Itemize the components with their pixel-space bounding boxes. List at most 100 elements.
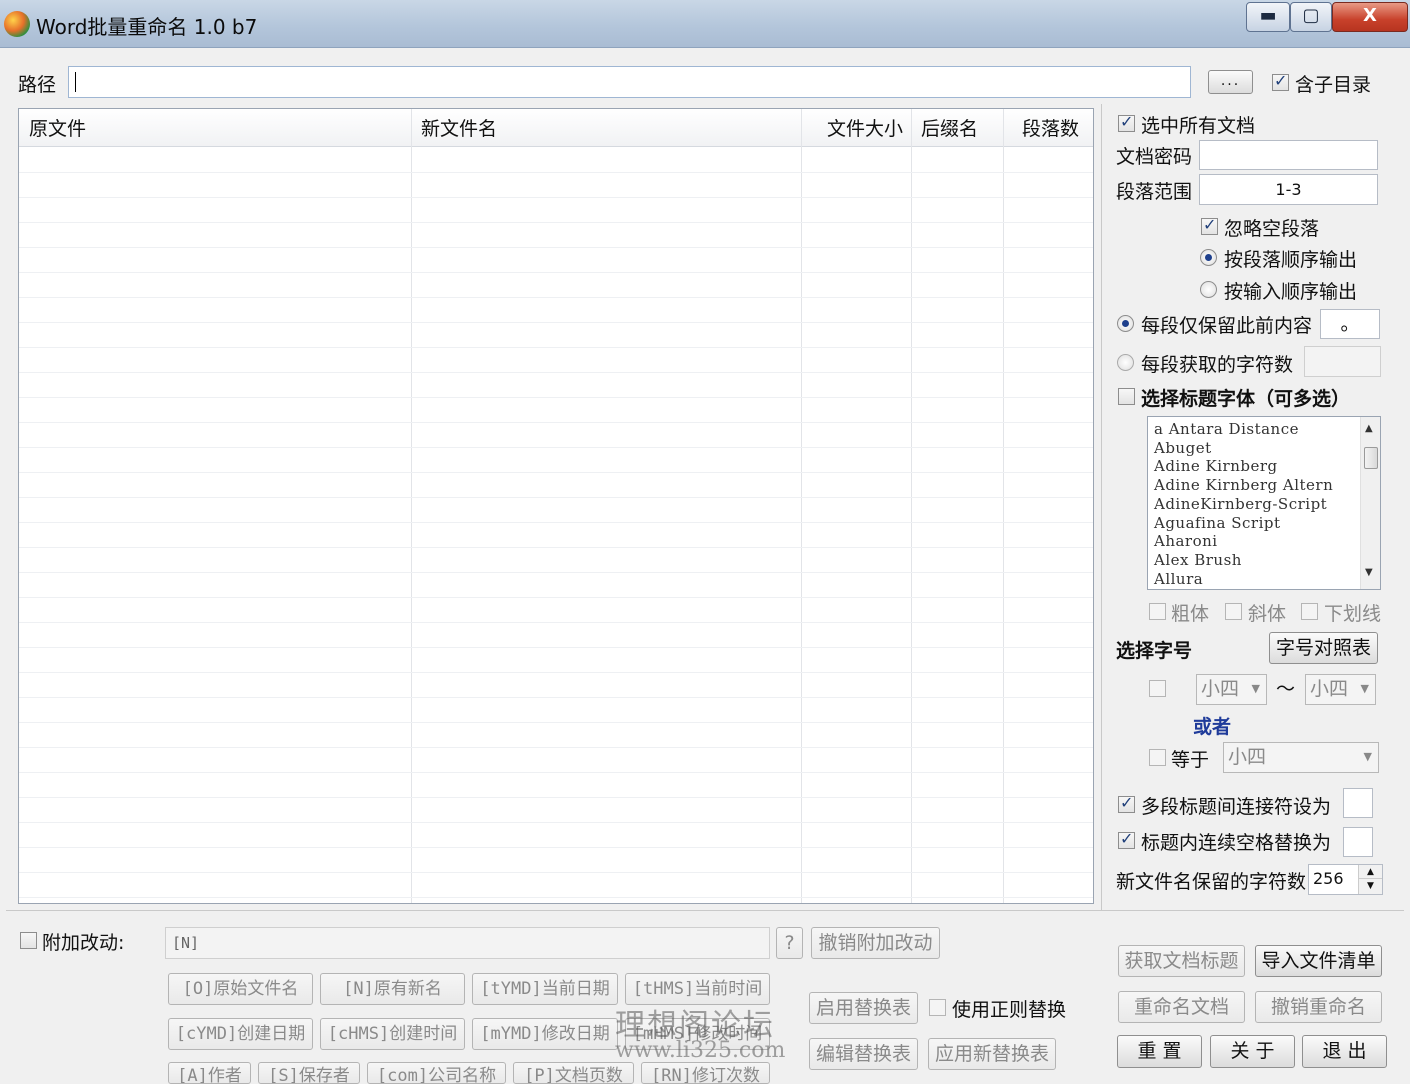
extra-template-input[interactable]: [N]	[165, 927, 770, 959]
exit-button[interactable]: 退 出	[1302, 1035, 1387, 1068]
stepper-down-icon[interactable]: ▼	[1358, 879, 1382, 894]
scroll-up-icon[interactable]: ▲	[1365, 423, 1373, 434]
range-label: 段落范围	[1116, 181, 1193, 203]
order-by-input-radio[interactable]	[1200, 281, 1217, 298]
import-list-button[interactable]: 导入文件清单	[1255, 945, 1382, 977]
max-chars-stepper[interactable]: 256 ▲ ▼	[1308, 864, 1383, 895]
column-header-paragraphs[interactable]: 段落数	[1003, 109, 1093, 147]
enable-replace-table-button[interactable]: 启用替换表	[809, 992, 918, 1024]
size-to-select[interactable]: 小四 ▼	[1305, 674, 1376, 705]
grid-row-line	[19, 647, 1093, 648]
font-list-item[interactable]: Alex Brush	[1154, 551, 1242, 569]
rename-button[interactable]: 重命名文档	[1118, 991, 1245, 1023]
order-by-paragraph-radio[interactable]	[1200, 249, 1217, 266]
undo-extra-button[interactable]: 撤销附加改动	[811, 927, 940, 959]
apply-replace-table-button[interactable]: 应用新替换表	[928, 1038, 1056, 1070]
space-replace-input[interactable]	[1343, 827, 1373, 857]
font-list-item[interactable]: AdineKirnberg-Script	[1154, 495, 1327, 513]
space-replace-checkbox[interactable]	[1118, 829, 1135, 849]
scroll-down-icon[interactable]: ▼	[1365, 567, 1373, 578]
text-caret	[75, 72, 76, 92]
size-equals-select[interactable]: 小四 ▼	[1223, 742, 1379, 773]
regex-replace-checkbox[interactable]	[929, 999, 946, 1016]
maximize-button[interactable]: ▢	[1290, 2, 1332, 32]
char-count-input[interactable]	[1304, 346, 1381, 377]
font-list[interactable]: a Antara Distance Abuget Adine Kirnberg Adi…	[1147, 416, 1381, 590]
grid-row-line	[19, 822, 1093, 823]
font-list-item[interactable]: Adine Kirnberg	[1154, 457, 1278, 475]
grid-row-line	[19, 847, 1093, 848]
grid-row-line	[19, 272, 1093, 273]
chevron-down-icon: ▼	[1360, 682, 1369, 695]
grid-row-line	[19, 622, 1093, 623]
font-list-item[interactable]: Aharoni	[1154, 532, 1218, 550]
path-input[interactable]	[68, 66, 1191, 98]
file-grid[interactable]: 原文件 新文件名 文件大小 后缀名 段落数	[18, 108, 1094, 904]
scroll-thumb[interactable]	[1364, 447, 1378, 469]
grid-row-line	[19, 472, 1093, 473]
ignore-empty-checkbox[interactable]	[1201, 215, 1218, 235]
about-button[interactable]: 关 于	[1210, 1035, 1295, 1068]
or-label: 或者	[1193, 716, 1232, 738]
watermark: 理想阁论坛 www.li325.com	[615, 1000, 785, 1063]
font-list-item[interactable]: Adine Kirnberg Altern	[1154, 476, 1333, 494]
token-current-date[interactable]: [tYMD]当前日期	[472, 973, 618, 1005]
token-revision-count[interactable]: [RN]修订次数	[641, 1062, 770, 1084]
column-header-original[interactable]: 原文件	[19, 109, 411, 147]
token-new-name[interactable]: [N]原有新名	[320, 973, 465, 1005]
browse-button[interactable]: ...	[1208, 70, 1253, 94]
column-header-size[interactable]: 文件大小	[801, 109, 911, 147]
window-title: Word批量重命名 1.0 b7	[36, 15, 258, 39]
token-created-time[interactable]: [cHMS]创建时间	[320, 1018, 465, 1050]
keep-before-input[interactable]: 。	[1320, 309, 1380, 339]
font-list-item[interactable]: Allura	[1154, 570, 1203, 588]
size-equals-checkbox[interactable]	[1149, 749, 1166, 766]
underline-label: 下划线	[1324, 603, 1382, 625]
regex-replace-label: 使用正则替换	[952, 999, 1067, 1021]
column-header-new-name[interactable]: 新文件名	[411, 109, 801, 147]
font-list-item[interactable]: Aguafina Script	[1154, 514, 1281, 532]
help-button[interactable]: ?	[776, 927, 803, 959]
italic-checkbox[interactable]	[1225, 603, 1242, 620]
select-all-checkbox[interactable]	[1118, 112, 1135, 132]
get-titles-button[interactable]: 获取文档标题	[1118, 945, 1245, 977]
undo-rename-button[interactable]: 撤销重命名	[1255, 991, 1382, 1023]
token-modified-date[interactable]: [mYMD]修改日期	[472, 1018, 618, 1050]
size-table-button[interactable]: 字号对照表	[1269, 632, 1378, 664]
font-list-item[interactable]: a Antara Distance	[1154, 420, 1299, 438]
size-from-select[interactable]: 小四 ▼	[1196, 674, 1267, 705]
token-author[interactable]: [A]作者	[168, 1062, 251, 1084]
password-input[interactable]	[1199, 140, 1378, 170]
grid-row-line	[19, 322, 1093, 323]
token-created-date[interactable]: [cYMD]创建日期	[168, 1018, 313, 1050]
edit-replace-table-button[interactable]: 编辑替换表	[809, 1038, 918, 1070]
bold-checkbox[interactable]	[1149, 603, 1166, 620]
include-subdirs-checkbox[interactable]	[1272, 71, 1289, 91]
column-header-extension[interactable]: 后缀名	[911, 109, 1003, 147]
token-company[interactable]: [com]公司名称	[367, 1062, 506, 1084]
token-original-name[interactable]: [O]原始文件名	[168, 973, 313, 1005]
grid-row-line	[19, 797, 1093, 798]
stepper-up-icon[interactable]: ▲	[1358, 865, 1382, 879]
extra-changes-checkbox[interactable]	[20, 932, 37, 949]
size-range-checkbox[interactable]	[1149, 680, 1166, 697]
keep-before-radio[interactable]	[1117, 315, 1134, 332]
token-saver[interactable]: [S]保存者	[258, 1062, 360, 1084]
underline-checkbox[interactable]	[1301, 603, 1318, 620]
font-size-label: 选择字号	[1116, 640, 1193, 662]
joiner-checkbox[interactable]	[1118, 793, 1135, 813]
token-page-count[interactable]: [P]文档页数	[513, 1062, 634, 1084]
reset-button[interactable]: 重 置	[1117, 1035, 1202, 1068]
range-input[interactable]: 1-3	[1199, 174, 1378, 205]
order-by-input-label: 按输入顺序输出	[1224, 281, 1358, 303]
font-list-scrollbar[interactable]: ▲ ▼	[1360, 417, 1380, 589]
grid-row-line	[19, 197, 1093, 198]
close-button[interactable]: X	[1332, 2, 1408, 32]
heading-font-checkbox[interactable]	[1118, 388, 1135, 405]
grid-column-separator	[411, 109, 412, 903]
grid-row-line	[19, 772, 1093, 773]
char-count-radio[interactable]	[1117, 354, 1134, 371]
minimize-button[interactable]: ▬	[1246, 2, 1290, 32]
font-list-item[interactable]: Abuget	[1154, 439, 1212, 457]
joiner-input[interactable]	[1343, 788, 1373, 818]
